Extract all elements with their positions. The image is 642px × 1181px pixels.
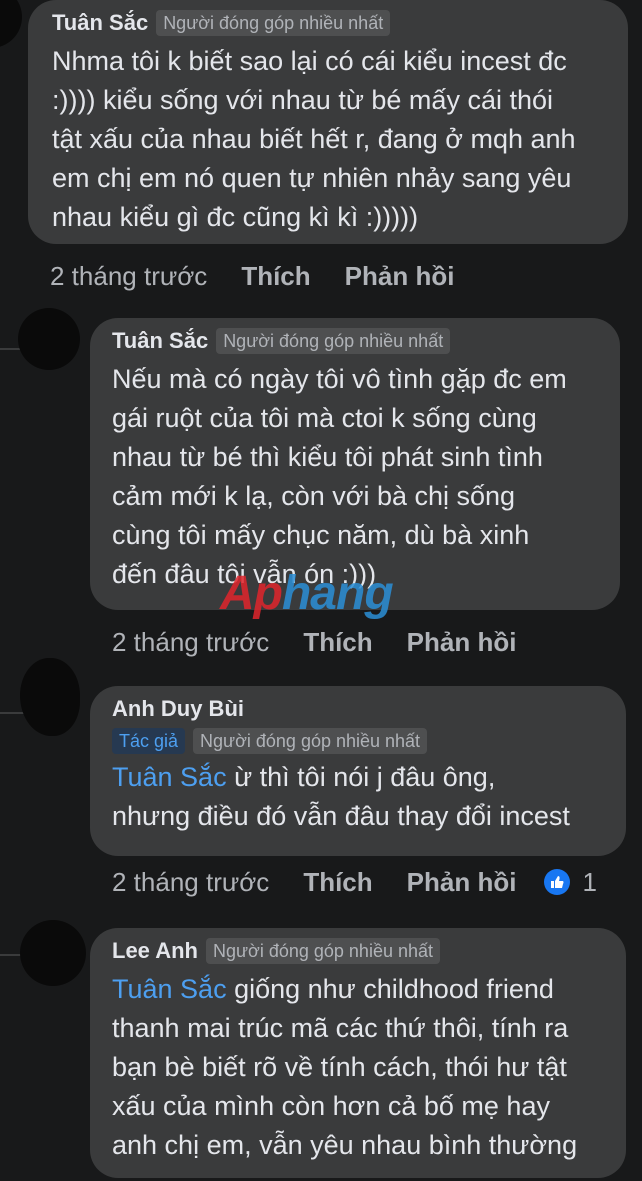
top-contributor-badge: Người đóng góp nhiều nhất: [205, 938, 441, 964]
comment-bubble: Tuân Sắc Người đóng góp nhiều nhất Nhma …: [28, 0, 628, 244]
comment-time[interactable]: 2 tháng trước: [112, 627, 269, 658]
comment-author[interactable]: Tuân Sắc: [52, 10, 148, 36]
comment-actions: 2 tháng trước Thích Phản hồi: [50, 256, 488, 296]
avatar[interactable]: [0, 0, 22, 48]
comment-author[interactable]: Tuân Sắc: [112, 328, 208, 354]
author-badge: Tác giả: [112, 728, 186, 754]
comment-time[interactable]: 2 tháng trước: [112, 867, 269, 898]
avatar[interactable]: [20, 920, 86, 986]
comment-actions: 2 tháng trước Thích Phản hồi 1: [112, 862, 597, 902]
reply-button[interactable]: Phản hồi: [345, 261, 455, 292]
top-contributor-badge: Người đóng góp nhiều nhất: [156, 10, 391, 36]
comment-bubble: Tuân Sắc Người đóng góp nhiều nhất Nếu m…: [90, 318, 620, 610]
reply-button[interactable]: Phản hồi: [407, 627, 517, 658]
comment-text: Tuân Sắc ừ thì tôi nói j đâu ông, nhưng …: [112, 762, 570, 831]
like-button[interactable]: Thích: [303, 627, 372, 658]
comment-thread: Tuân Sắc Người đóng góp nhiều nhất Nhma …: [0, 0, 642, 1181]
comment-text: Tuân Sắc giống như childhood friend than…: [112, 974, 578, 1160]
avatar[interactable]: [20, 658, 80, 736]
reply-button[interactable]: Phản hồi: [407, 867, 517, 898]
like-thumb-icon: [544, 869, 571, 895]
comment-bubble: Anh Duy Bùi Tác giả Người đóng góp nhiều…: [90, 686, 626, 856]
comment-author[interactable]: Lee Anh: [112, 938, 198, 964]
comment-text: Nhma tôi k biết sao lại có cái kiểu ince…: [52, 46, 576, 232]
comment-time[interactable]: 2 tháng trước: [50, 261, 207, 292]
like-button[interactable]: Thích: [241, 261, 310, 292]
comment-bubble: Lee Anh Người đóng góp nhiều nhất Tuân S…: [90, 928, 626, 1178]
reaction-count: 1: [582, 866, 597, 897]
like-button[interactable]: Thích: [303, 867, 372, 898]
comment-text: Nếu mà có ngày tôi vô tình gặp đc em gái…: [112, 364, 567, 589]
reaction-summary[interactable]: 1: [544, 866, 597, 898]
mention-link[interactable]: Tuân Sắc: [112, 974, 227, 1004]
top-contributor-badge: Người đóng góp nhiều nhất: [216, 328, 451, 354]
comment-actions: 2 tháng trước Thích Phản hồi: [112, 622, 550, 662]
comment-author[interactable]: Anh Duy Bùi: [112, 696, 244, 722]
mention-link[interactable]: Tuân Sắc: [112, 762, 227, 792]
top-contributor-badge: Người đóng góp nhiều nhất: [193, 728, 428, 754]
avatar[interactable]: [18, 308, 80, 370]
